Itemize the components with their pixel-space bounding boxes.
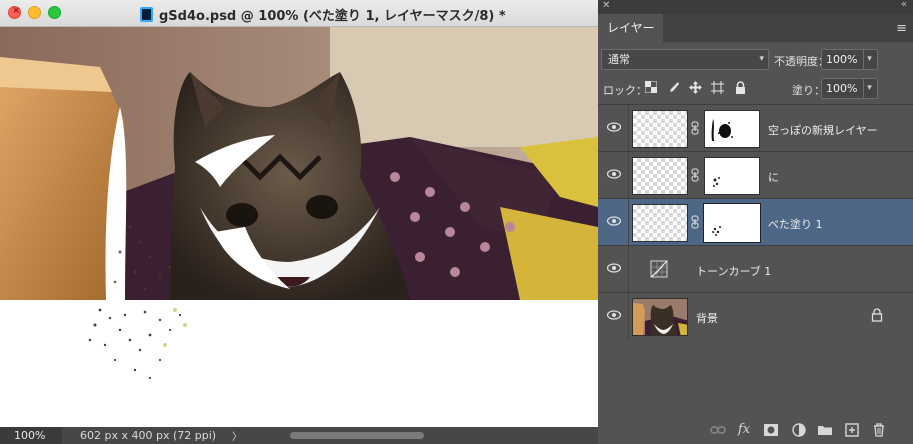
lock-position-icon[interactable]: [688, 81, 702, 95]
eye-icon[interactable]: [607, 169, 621, 179]
panel-top-bar: ✕ «: [598, 0, 913, 14]
lock-all-icon[interactable]: [733, 81, 747, 95]
close-icon: ×: [12, 5, 21, 16]
visibility-divider: [628, 105, 629, 151]
layer-row[interactable]: 背景: [598, 292, 913, 339]
layer-row[interactable]: トーンカーブ 1: [598, 245, 913, 292]
horizontal-scrollbar[interactable]: [290, 432, 424, 439]
blend-row: 通常 ▾ 不透明度： 100% ▾: [598, 49, 913, 71]
folder-icon[interactable]: [817, 422, 833, 438]
eye-icon[interactable]: [607, 310, 621, 320]
panel-close-icon[interactable]: ✕: [602, 0, 610, 11]
layer-thumbnail[interactable]: [632, 110, 688, 148]
eye-icon[interactable]: [607, 216, 621, 226]
adjustment-icon[interactable]: [791, 422, 807, 438]
mask-link-icon[interactable]: [690, 215, 700, 229]
blend-mode-value: 通常: [608, 53, 630, 66]
eye-icon[interactable]: [607, 263, 621, 273]
link-icon[interactable]: [710, 422, 726, 438]
panel-bottom-bar: fx: [598, 416, 913, 444]
document-window: × gSd4o.psd @ 100% (べた塗り 1, レイヤーマスク/8) *: [0, 0, 598, 444]
layer-thumbnail[interactable]: [632, 157, 688, 195]
visibility-divider: [628, 152, 629, 198]
visibility-divider: [628, 199, 629, 245]
layer-mask-thumbnail[interactable]: [703, 203, 761, 243]
mask-link-icon[interactable]: [690, 168, 700, 182]
layer-name[interactable]: に: [768, 169, 779, 185]
opacity-chevron-icon[interactable]: ▾: [863, 50, 875, 69]
eye-icon[interactable]: [607, 122, 621, 132]
lock-image-pixels-icon[interactable]: [666, 81, 680, 95]
fill-input[interactable]: 100% ▾: [821, 78, 878, 99]
cat-photo-image: [0, 27, 598, 300]
mask-icon[interactable]: [763, 422, 779, 438]
layer-name[interactable]: べた塗り 1: [768, 216, 823, 232]
canvas[interactable]: [0, 27, 598, 427]
zoom-window-button[interactable]: [48, 6, 61, 19]
curves-adjustment-icon[interactable]: [650, 260, 668, 278]
layer-row-selected[interactable]: べた塗り 1: [598, 198, 913, 245]
layer-mask-thumbnail[interactable]: [704, 157, 760, 195]
visibility-divider: [628, 246, 629, 292]
zoom-level[interactable]: 100%: [0, 427, 62, 444]
canvas-photo[interactable]: [0, 27, 598, 300]
layer-name[interactable]: トーンカーブ 1: [696, 263, 771, 279]
layer-name[interactable]: 空っぽの新規レイヤー: [768, 122, 878, 138]
tab-layers[interactable]: レイヤー: [598, 14, 663, 42]
lock-artboard-icon[interactable]: [710, 81, 724, 95]
blend-mode-select[interactable]: 通常 ▾: [601, 49, 769, 70]
document-title: gSd4o.psd @ 100% (べた塗り 1, レイヤーマスク/8) *: [159, 8, 506, 24]
layer-mask-thumbnail[interactable]: [704, 110, 760, 148]
layer-list: 空っぽの新規レイヤー に べた塗り 1 トーンカーブ 1 背景: [598, 104, 913, 339]
opacity-input[interactable]: 100% ▾: [821, 49, 878, 70]
visibility-divider: [628, 293, 629, 339]
status-bar: 100% 602 px x 400 px (72 ppi) 〉: [0, 427, 598, 444]
layers-panel: ✕ « レイヤー ≡ 通常 ▾ 不透明度： 100% ▾ ロック： 塗り： 10…: [598, 0, 913, 444]
hamburger-menu-icon[interactable]: ≡: [896, 21, 907, 36]
chevron-down-icon: ▾: [759, 54, 764, 64]
trash-icon[interactable]: [871, 422, 887, 438]
new-layer-icon[interactable]: [844, 422, 860, 438]
fx-icon[interactable]: fx: [736, 422, 752, 438]
lock-label: ロック：: [603, 84, 647, 97]
layer-thumbnail[interactable]: [632, 204, 688, 242]
spatter-brush-marks: [88, 308, 187, 380]
opacity-value: 100%: [826, 53, 858, 66]
lock-transparent-pixels-icon[interactable]: [644, 80, 658, 95]
fill-chevron-icon[interactable]: ▾: [863, 79, 875, 98]
minimize-window-button[interactable]: [28, 6, 41, 19]
fill-value: 100%: [826, 82, 858, 95]
document-size: 602 px x 400 px (72 ppi): [80, 429, 217, 442]
layer-row[interactable]: 空っぽの新規レイヤー: [598, 104, 913, 151]
app-root: × gSd4o.psd @ 100% (べた塗り 1, レイヤーマスク/8) *: [0, 0, 913, 444]
layer-lock-icon[interactable]: [871, 308, 883, 322]
layer-row[interactable]: に: [598, 151, 913, 198]
panel-tab-bar: レイヤー ≡: [598, 14, 913, 42]
layer-name[interactable]: 背景: [696, 310, 718, 326]
lock-row: ロック： 塗り： 100% ▾: [598, 78, 913, 100]
collapse-panel-icon[interactable]: «: [901, 0, 907, 10]
title-bar[interactable]: × gSd4o.psd @ 100% (べた塗り 1, レイヤーマスク/8) *: [0, 0, 598, 27]
psd-file-icon: [140, 6, 153, 22]
mask-link-icon[interactable]: [690, 121, 700, 135]
status-arrow-icon[interactable]: 〉: [232, 428, 252, 443]
title-wrap: gSd4o.psd @ 100% (べた塗り 1, レイヤーマスク/8) *: [140, 5, 506, 24]
background-thumbnail[interactable]: [632, 298, 688, 336]
close-window-button[interactable]: ×: [8, 5, 21, 19]
